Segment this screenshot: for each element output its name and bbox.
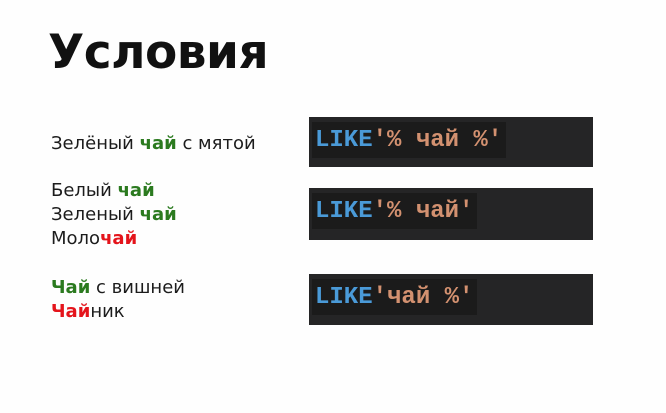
code-snippet-3: LIKE 'чай %'	[309, 274, 593, 325]
example-line: Чай с вишней	[51, 276, 185, 300]
example-text: Белый	[51, 180, 118, 201]
example-line: Зелёный чай с мятой	[51, 132, 256, 156]
code-snippet-2: LIKE '% чай'	[309, 188, 593, 240]
code-line: LIKE '% чай %'	[312, 122, 507, 158]
example-text: с вишней	[90, 277, 185, 298]
sql-pattern: '% чай'	[372, 197, 474, 225]
match-highlight: чай	[139, 204, 177, 225]
example-line: Белый чай	[51, 179, 177, 203]
match-highlight: Чай	[51, 277, 91, 298]
sql-pattern: '% чай %'	[372, 126, 503, 154]
sql-keyword: LIKE	[315, 197, 373, 225]
sql-keyword: LIKE	[315, 283, 373, 311]
match-highlight: чай	[139, 133, 177, 154]
example-text: Зелёный	[51, 133, 140, 154]
example-line: Молочай	[51, 227, 177, 251]
slide-title: Условия	[48, 25, 269, 80]
example-text-group-3: Чай с вишней Чайник	[51, 276, 185, 324]
nonmatch-highlight: Чай	[51, 301, 91, 322]
code-line: LIKE 'чай %'	[312, 279, 478, 315]
code-snippet-1: LIKE '% чай %'	[309, 117, 593, 167]
example-text: ник	[90, 301, 125, 322]
code-line: LIKE '% чай'	[312, 193, 478, 229]
example-text: Моло	[51, 228, 101, 249]
example-text-group-2: Белый чай Зеленый чай Молочай	[51, 179, 177, 251]
nonmatch-highlight: чай	[100, 228, 138, 249]
example-line: Зеленый чай	[51, 203, 177, 227]
example-text: Зеленый	[51, 204, 140, 225]
sql-keyword: LIKE	[315, 126, 373, 154]
example-text-group-1: Зелёный чай с мятой	[51, 132, 256, 156]
example-line: Чайник	[51, 300, 185, 324]
example-text: с мятой	[176, 133, 256, 154]
sql-pattern: 'чай %'	[372, 283, 474, 311]
match-highlight: чай	[117, 180, 155, 201]
